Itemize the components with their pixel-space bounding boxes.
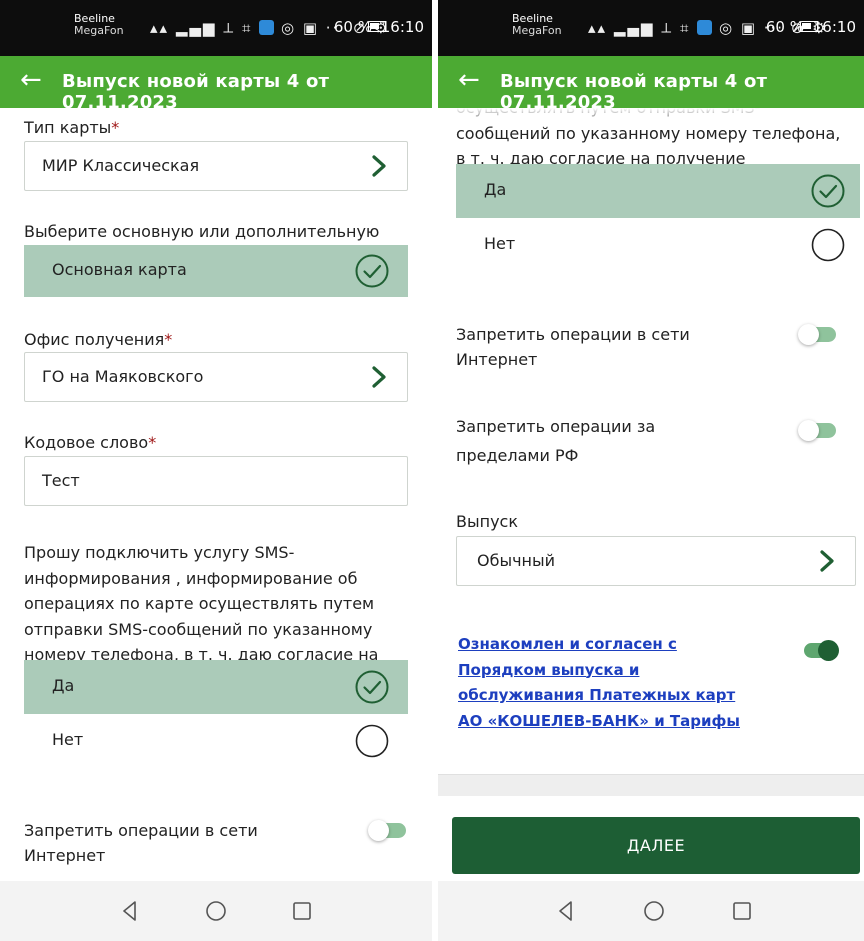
form-content[interactable]: Тип карты* МИР Классическая Выберите осн… bbox=[0, 108, 432, 881]
page-title: Выпуск новой карты 4 от 07.11.2023 bbox=[500, 71, 768, 113]
toggle-thumb bbox=[818, 640, 839, 661]
office-value: ГО на Маяковского bbox=[42, 367, 204, 386]
code-word-input[interactable]: Тест bbox=[24, 456, 408, 506]
signal-icon: ▴▴ ▂▄▆ ⟂ ⌗ bbox=[150, 19, 260, 37]
block-internet-toggle[interactable] bbox=[798, 324, 838, 345]
battery-percent: 60 % bbox=[765, 18, 804, 36]
code-word-label: Кодовое слово* bbox=[24, 433, 157, 452]
code-word-value: Тест bbox=[42, 471, 80, 490]
home-circle-icon[interactable] bbox=[642, 899, 666, 923]
form-content[interactable]: осуществлять путем отправки SMS-сообщени… bbox=[438, 108, 864, 881]
sms-option-yes-label: Да bbox=[52, 676, 75, 695]
sms-option-yes-label: Да bbox=[484, 180, 507, 199]
app-bar: ← Выпуск новой карты 4 от 07.11.2023 bbox=[438, 56, 864, 113]
battery-percent: 60 % bbox=[333, 18, 372, 36]
required-mark: * bbox=[164, 330, 173, 349]
block-abroad-toggle[interactable] bbox=[798, 420, 838, 441]
sms-option-no-label: Нет bbox=[52, 730, 84, 749]
issue-select[interactable]: Обычный bbox=[456, 536, 856, 586]
sms-option-yes[interactable]: Да bbox=[24, 660, 408, 714]
app-bar: ← Выпуск новой карты 4 от 07.11.2023 bbox=[0, 56, 432, 113]
block-abroad-row: Запретить операции за пределами РФ bbox=[456, 412, 838, 468]
app-notification-icon bbox=[259, 20, 275, 35]
left-screen: Beeline MegaFon ▴▴ ▂▄▆ ⟂ ⌗ ◎ ▣ ··· ⊘ ⚙ 6… bbox=[0, 0, 432, 941]
carrier-bottom: MegaFon bbox=[512, 24, 562, 37]
required-mark: * bbox=[148, 433, 157, 452]
clock: 16:10 bbox=[812, 18, 856, 36]
toggle-thumb bbox=[798, 420, 819, 441]
status-bar: Beeline MegaFon ▴▴ ▂▄▆ ⟂ ⌗ ◎ ▣ ··· ⊘ ⚙ 6… bbox=[0, 0, 432, 56]
check-circle-icon bbox=[355, 254, 389, 288]
block-internet-label: Запретить операции в сети Интернет bbox=[24, 821, 258, 865]
signal-icon: ▴▴ ▂▄▆ ⟂ ⌗ bbox=[588, 19, 698, 37]
chevron-right-icon bbox=[820, 550, 834, 572]
system-nav-bar bbox=[0, 881, 432, 941]
block-internet-row: Запретить операции в сети Интернет bbox=[456, 322, 838, 369]
chevron-right-icon bbox=[372, 155, 386, 177]
sms-option-no[interactable]: Нет bbox=[456, 218, 860, 272]
agreement-toggle[interactable] bbox=[798, 640, 839, 661]
sms-option-yes[interactable]: Да bbox=[456, 164, 860, 218]
clock: 16:10 bbox=[380, 18, 424, 36]
back-triangle-icon[interactable] bbox=[554, 899, 578, 923]
right-screen: Beeline MegaFon ▴▴ ▂▄▆ ⟂ ⌗ ◎ ▣ ··· ⊘ ⚙ 6… bbox=[438, 0, 864, 941]
card-kind-option-main[interactable]: Основная карта bbox=[24, 245, 408, 297]
recents-square-icon[interactable] bbox=[730, 899, 754, 923]
required-mark: * bbox=[111, 118, 120, 137]
sms-option-no-label: Нет bbox=[484, 234, 516, 253]
card-kind-option-label: Основная карта bbox=[52, 260, 187, 279]
arrow-left-icon[interactable]: ← bbox=[458, 64, 480, 96]
issue-label: Выпуск bbox=[456, 512, 518, 531]
toggle-thumb bbox=[368, 820, 389, 841]
check-circle-icon bbox=[355, 670, 389, 704]
office-select[interactable]: ГО на Маяковского bbox=[24, 352, 408, 402]
card-type-select[interactable]: МИР Классическая bbox=[24, 141, 408, 191]
chevron-right-icon bbox=[372, 366, 386, 388]
block-internet-label: Запретить операции в сети Интернет bbox=[456, 325, 690, 369]
block-internet-row: Запретить операции в сети Интернет bbox=[24, 818, 408, 865]
card-type-label: Тип карты* bbox=[24, 118, 120, 137]
tariffs-agreement-link[interactable]: Ознакомлен и согласен с Порядком выпуска… bbox=[458, 632, 748, 734]
toggle-thumb bbox=[798, 324, 819, 345]
issue-value: Обычный bbox=[477, 551, 556, 570]
recents-square-icon[interactable] bbox=[290, 899, 314, 923]
carrier-bottom: MegaFon bbox=[74, 24, 124, 37]
office-label: Офис получения* bbox=[24, 330, 173, 349]
next-button[interactable]: ДАЛЕЕ bbox=[452, 817, 860, 874]
back-triangle-icon[interactable] bbox=[118, 899, 142, 923]
arrow-left-icon[interactable]: ← bbox=[20, 64, 42, 96]
app-notification-icon bbox=[697, 20, 713, 35]
radio-empty-icon bbox=[355, 724, 389, 758]
home-circle-icon[interactable] bbox=[204, 899, 228, 923]
sms-option-no[interactable]: Нет bbox=[24, 714, 408, 768]
system-nav-bar bbox=[438, 881, 864, 941]
block-internet-toggle[interactable] bbox=[368, 820, 408, 841]
page-title: Выпуск новой карты 4 от 07.11.2023 bbox=[62, 71, 330, 113]
radio-empty-icon bbox=[811, 228, 845, 262]
check-circle-icon bbox=[811, 174, 845, 208]
block-abroad-label: Запретить операции за пределами РФ bbox=[456, 417, 656, 465]
footer-separator bbox=[438, 774, 864, 796]
scroll-fade bbox=[438, 108, 864, 128]
status-bar: Beeline MegaFon ▴▴ ▂▄▆ ⟂ ⌗ ◎ ▣ ··· ⊘ ⚙ 6… bbox=[438, 0, 864, 56]
card-type-value: МИР Классическая bbox=[42, 156, 200, 175]
